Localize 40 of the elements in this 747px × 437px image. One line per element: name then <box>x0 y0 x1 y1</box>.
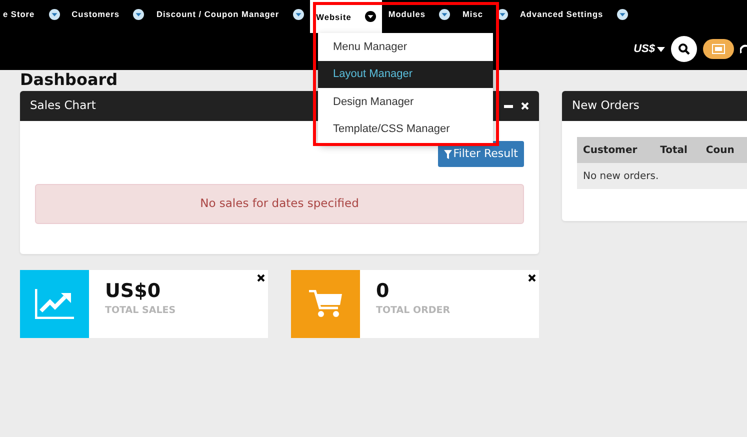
nav-tab[interactable]: Customers <box>66 0 150 28</box>
stat-value: US$0 <box>105 279 162 303</box>
caret-icon <box>293 8 304 20</box>
nav-tab[interactable]: Advanced Settings <box>514 0 634 28</box>
card-icon <box>712 44 725 54</box>
page-title: Dashboard <box>20 70 118 90</box>
nav-tab[interactable]: e Store <box>0 0 66 28</box>
stat-label: TOTAL SALES <box>105 305 176 316</box>
currency-dropdown[interactable]: US$ <box>634 43 665 55</box>
search-icon <box>678 43 690 55</box>
filter-icon <box>444 150 452 158</box>
caret-icon <box>439 8 450 20</box>
minimize-icon[interactable] <box>504 104 513 108</box>
caret-icon <box>133 8 144 20</box>
close-icon[interactable] <box>528 274 536 282</box>
caret-icon <box>48 8 60 20</box>
caret-icon <box>657 46 665 52</box>
caret-icon <box>617 8 628 20</box>
trend-chart-icon <box>34 289 74 319</box>
nav-tab[interactable]: Discount / Coupon Manager <box>150 0 310 28</box>
menu-item[interactable]: Template/CSS Manager <box>318 116 493 143</box>
stat-value: 0 <box>376 279 390 303</box>
stat-label: TOTAL ORDER <box>376 305 450 316</box>
column-header: Customer <box>577 137 654 163</box>
caret-icon <box>365 11 376 22</box>
card-button[interactable] <box>703 39 734 59</box>
panel-title: New Orders <box>572 97 640 114</box>
close-icon[interactable] <box>257 274 265 282</box>
search-button[interactable] <box>671 36 697 62</box>
column-header: Total <box>654 137 700 163</box>
menu-item[interactable]: Layout Manager <box>318 60 493 88</box>
alert-message: No sales for dates specified <box>35 184 524 224</box>
panel-title: Sales Chart <box>30 97 96 114</box>
menu-item[interactable]: Menu Manager <box>318 33 493 60</box>
arc-icon[interactable] <box>740 44 747 54</box>
nav-tab[interactable]: Modules <box>382 0 456 28</box>
cart-icon <box>308 290 342 318</box>
menu-item[interactable]: Design Manager <box>318 88 493 116</box>
column-header: Coun <box>700 137 747 163</box>
empty-message: No new orders. <box>577 163 747 189</box>
